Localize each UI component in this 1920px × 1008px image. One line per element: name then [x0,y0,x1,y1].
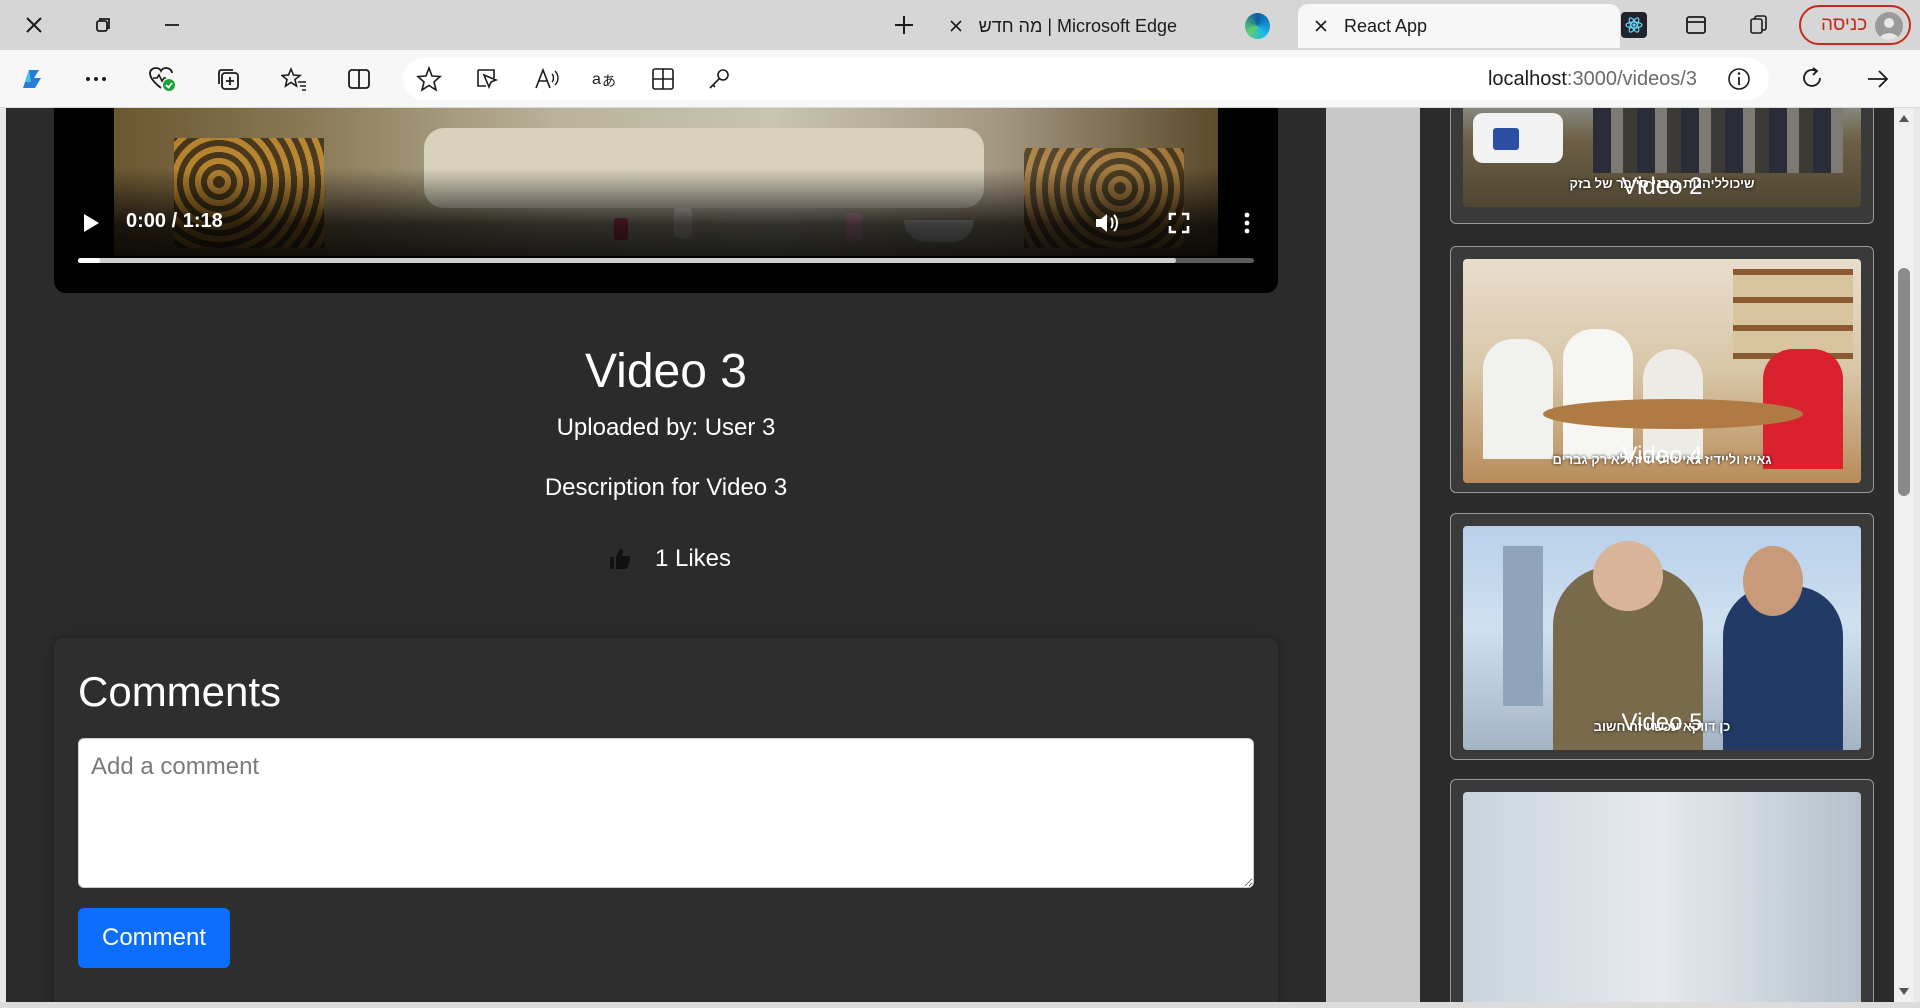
tab-whats-new[interactable]: מה חדש | Microsoft Edge [940,4,1270,48]
tab-close-icon[interactable] [940,9,973,43]
video-card-4[interactable]: גאייז וליידיז גאייז וליידיז, לא רק גברים… [1450,246,1874,493]
password-key-icon[interactable] [699,60,739,98]
tab-close-icon[interactable] [1304,9,1338,43]
tab-react-app[interactable]: React App [1298,4,1620,48]
address-bar[interactable]: aあ localhost:3000/videos/3 [403,58,1769,100]
comments-heading: Comments [78,668,282,715]
video-card-title: Video 2 [1621,173,1703,200]
new-tab-icon[interactable] [876,5,932,45]
translate-icon[interactable]: aあ [585,60,625,98]
video-uploader: Uploaded by: User 3 [556,414,776,441]
tab-actions-icon[interactable] [1676,5,1716,45]
more-options-icon[interactable] [76,60,116,98]
video-card-title: Video 4 [1621,442,1703,469]
thumbs-up-icon[interactable] [601,540,639,578]
volume-icon[interactable] [1090,206,1124,240]
scrollbar-thumb[interactable] [1898,268,1910,496]
svg-text:a: a [592,71,601,88]
page-scrollbar[interactable] [1894,108,1914,1002]
favorites-icon[interactable] [274,60,314,98]
svg-text:あ: あ [602,74,616,90]
scroll-up-arrow-icon[interactable] [1898,112,1910,124]
react-favicon-icon [1614,5,1654,45]
time-display: 0:00 / 1:18 [126,210,223,232]
browser-toolbar: aあ localhost:3000/videos/3 [0,50,1920,108]
video-page-main: 0:00 / 1:18 Video 3 Uploaded by: User 3 … [6,108,1326,1002]
minimize-window-icon[interactable] [144,5,200,45]
split-screen-icon[interactable] [339,60,379,98]
edge-logo-icon [1245,13,1270,39]
tab-label: מה חדש | Microsoft Edge [978,15,1178,36]
refresh-icon[interactable] [1792,60,1832,98]
likes-row: 1 Likes [54,540,1278,578]
restore-window-icon[interactable] [75,5,131,45]
forward-arrow-icon[interactable] [1858,60,1898,98]
scroll-down-arrow-icon[interactable] [1898,986,1910,998]
buffered-bar [78,258,1177,263]
page-viewport: 0:00 / 1:18 Video 3 Uploaded by: User 3 … [6,108,1894,1002]
video-card-title: Video 5 [1621,709,1703,736]
likes-count: 1 Likes [654,545,732,572]
related-videos-sidebar: שיכולליהנות מבני סייבר של בזק Video 2 גא… [1420,108,1894,1002]
tab-label: React App [1344,15,1428,36]
screen-capture-icon[interactable] [467,60,507,98]
window-title-bar: מה חדש | Microsoft Edge React App כניסה [0,0,1920,50]
collections-icon[interactable] [208,60,248,98]
comments-section: Comments Comment [54,638,1278,1002]
video-card-next[interactable] [1450,779,1874,1002]
profile-sign-in-button[interactable]: כניסה [1799,5,1911,45]
copilot-icon[interactable] [12,60,52,98]
comment-button[interactable]: Comment [78,908,230,968]
site-info-icon[interactable] [1719,60,1759,98]
profile-label: כניסה [1821,14,1868,35]
video-description: Description for Video 3 [544,474,788,501]
video-card-2[interactable]: שיכולליהנות מבני סייבר של בזק Video 2 [1450,108,1874,224]
avatar-icon [1875,12,1903,40]
comment-input[interactable] [78,738,1254,888]
url-text[interactable]: localhost:3000/videos/3 [1488,58,1697,100]
video-card-5[interactable]: כן דווקא עכשיו זה חשוב Video 5 [1450,513,1874,760]
video-title: Video 3 [585,345,747,398]
url-path: :3000/videos/3 [1566,68,1697,90]
video-thumbnail[interactable] [1463,792,1861,1002]
window-bottom-edge [0,1002,1920,1008]
play-icon[interactable] [76,208,106,238]
read-aloud-icon[interactable] [527,60,567,98]
video-player[interactable]: 0:00 / 1:18 [54,108,1278,293]
add-favorite-star-icon[interactable] [409,60,449,98]
fullscreen-icon[interactable] [1162,206,1196,240]
browser-essentials-icon[interactable] [142,60,182,98]
url-host: localhost [1487,68,1567,90]
close-window-icon[interactable] [6,5,62,45]
seek-bar[interactable] [78,258,1254,263]
player-options-icon[interactable] [1230,206,1264,240]
app-available-icon[interactable] [643,60,683,98]
workspaces-icon[interactable] [1738,5,1778,45]
played-bar [78,258,101,263]
